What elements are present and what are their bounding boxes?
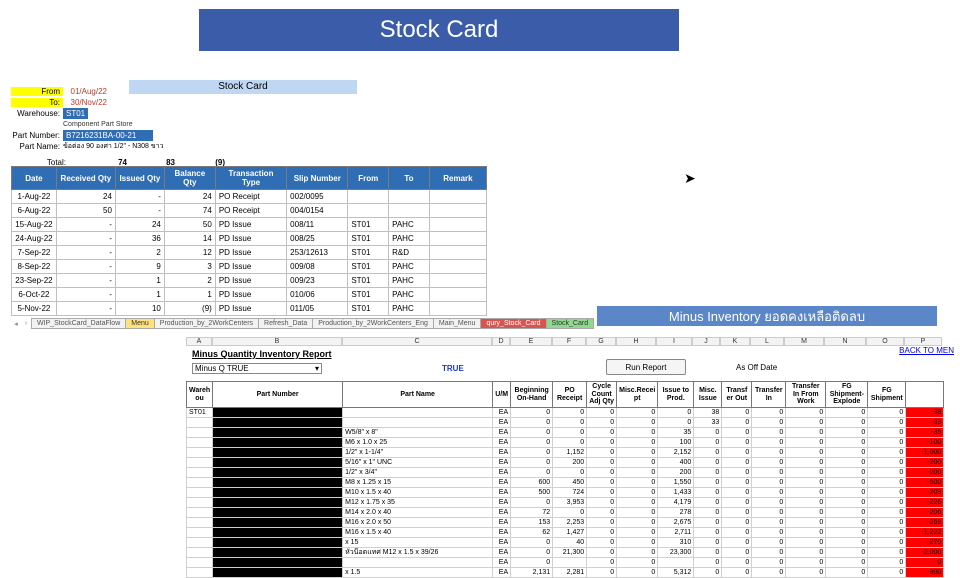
inv-col-1[interactable]: Part Number [213, 382, 343, 408]
inv-col-2[interactable]: Part Name [343, 382, 493, 408]
table-row[interactable]: W5/8" x 8"EA000035000000-35 [187, 428, 944, 438]
cursor-icon: ➤ [684, 170, 696, 187]
inv-col-13[interactable]: FGShipment-Explode [826, 382, 868, 408]
inv-col-14[interactable]: FGShipment [868, 382, 906, 408]
stock-card-table[interactable]: DateReceived QtyIssued QtyBalance QtyTra… [11, 166, 487, 316]
partname-label: Part Name: [11, 142, 63, 151]
table-row[interactable]: M6 x 1.0 x 25EA0000100000000-100 [187, 438, 944, 448]
inv-col-0[interactable]: Warehou [187, 382, 213, 408]
table-row[interactable]: 24-Aug-22-3614PD Issue008/25ST01PAHC [12, 232, 487, 246]
filter-box[interactable]: Minus Q TRUE ▾ [192, 363, 322, 374]
partname-value: ข้อต่อง 90 องศา 1/2" - N308 ขาว [63, 141, 164, 152]
inv-col-11[interactable]: TransferIn [752, 382, 786, 408]
table-row[interactable]: 5/16" x 1" UNCEA020000400000000-200 [187, 458, 944, 468]
back-link[interactable]: BACK TO MEN [899, 346, 954, 355]
tab-nav-prev[interactable]: ‹ [21, 320, 31, 327]
inv-col-7[interactable]: Misc.Receipt [617, 382, 658, 408]
minus-inventory-title: Minus Inventory ยอดคงเหลือติดลบ [597, 306, 937, 326]
warehouse-value[interactable]: ST01 [63, 108, 88, 119]
sheet-tab[interactable]: Menu [125, 318, 155, 329]
table-row[interactable]: 5-Nov-22-10(9)PD Issue011/05ST01PAHC [12, 302, 487, 316]
table-row[interactable]: 6-Oct-22-11PD Issue010/06ST01PAHC [12, 288, 487, 302]
sheet-tab[interactable]: Production_by_2WorkCenters_Eng [312, 318, 434, 329]
page-title: Stock Card [199, 9, 679, 51]
table-row[interactable]: x 15EA04000310000000-270 [187, 538, 944, 548]
sc-col-2[interactable]: Issued Qty [115, 167, 164, 190]
stock-card-params: From 01/Aug/22 To: 30/Nov/22 Warehouse: … [11, 86, 164, 152]
table-row[interactable]: M14 x 2.0 x 40EA72000278000000-206 [187, 508, 944, 518]
part-desc: Component Part Store [63, 121, 133, 128]
table-row[interactable]: 1/2" x 1-1/4"EA01,152002,152000000-1,000 [187, 448, 944, 458]
inv-col-12[interactable]: TransferIn FromWork [786, 382, 826, 408]
to-value[interactable]: 30/Nov/22 [63, 98, 109, 107]
sheet-tab[interactable]: WIP_StockCard_DataFlow [31, 318, 126, 329]
table-row[interactable]: M8 x 1.25 x 15EA600450001,550000000-500 [187, 478, 944, 488]
inv-col-4[interactable]: BeginningOn-Hand [511, 382, 553, 408]
table-row[interactable]: ST01EA000003800000-38 [187, 408, 944, 418]
run-report-button[interactable]: Run Report [606, 359, 686, 375]
sc-col-4[interactable]: Transaction Type [215, 167, 286, 190]
sc-col-3[interactable]: Balance Qty [164, 167, 215, 190]
from-value[interactable]: 01/Aug/22 [63, 87, 109, 96]
sc-col-6[interactable]: From [348, 167, 389, 190]
sheet-tab[interactable]: Stock_Card [546, 318, 595, 329]
sheet-tab[interactable]: Production_by_2WorkCenters [154, 318, 259, 329]
sheet-tab[interactable]: qury_Stock_Card [480, 318, 546, 329]
inv-col-6[interactable]: CycleCountAdj Qty [587, 382, 617, 408]
table-row[interactable]: 6-Aug-2250-74PO Receipt004/0154 [12, 204, 487, 218]
table-row[interactable]: M16 x 1.5 x 40EA621,427002,711000000-1,2… [187, 528, 944, 538]
sheet-tab[interactable]: Main_Menu [433, 318, 482, 329]
sc-col-8[interactable]: Remark [429, 167, 486, 190]
sheet-tab[interactable]: Refresh_Data [258, 318, 313, 329]
table-row[interactable]: 7-Sep-22-212PD Issue253/12613ST01R&D [12, 246, 487, 260]
table-row[interactable]: หัวน๊อตแทศ M12 x 1.5 x 39/26EA021,300002… [187, 548, 944, 558]
table-row[interactable]: 8-Sep-22-93PD Issue009/08ST01PAHC [12, 260, 487, 274]
sc-col-1[interactable]: Received Qty [56, 167, 115, 190]
sc-col-7[interactable]: To [389, 167, 430, 190]
table-row[interactable]: x 1.5EA2,1312,281005,312000000-900 [187, 568, 944, 578]
inv-col-8[interactable]: Issue toProd. [658, 382, 694, 408]
inv-col-5[interactable]: POReceipt [553, 382, 587, 408]
column-letters: ABCDEFGHIJKLMNOP [186, 337, 958, 346]
table-row[interactable]: M16 x 2.0 x 50EA1532,253002,675000000-26… [187, 518, 944, 528]
sc-col-5[interactable]: Slip Number [287, 167, 348, 190]
table-row[interactable]: M12 x 1.75 x 35EA03,953004,179000000-226 [187, 498, 944, 508]
inventory-sheet[interactable]: ABCDEFGHIJKLMNOP Minus Quantity Inventor… [186, 337, 958, 346]
partnumber-value[interactable]: B7216231BA-00-21 [63, 130, 153, 141]
filter-dropdown-icon[interactable]: ▾ [315, 364, 319, 373]
inv-col-10[interactable]: Transfer Out [722, 382, 752, 408]
tab-nav-first[interactable]: ◂ [11, 320, 21, 328]
to-label: To: [11, 98, 63, 107]
from-label: From [11, 87, 63, 96]
inventory-title: Minus Quantity Inventory Report [192, 349, 332, 359]
table-row[interactable]: 23-Sep-22-12PD Issue009/23ST01PAHC [12, 274, 487, 288]
table-row[interactable]: M10 x 1.5 x 40EA500724001,433000000-209 [187, 488, 944, 498]
table-row[interactable]: EA0000000000 [187, 558, 944, 568]
warehouse-label: Warehouse: [11, 109, 63, 118]
table-row[interactable]: 1-Aug-2224-24PO Receipt002/0095 [12, 190, 487, 204]
inventory-table[interactable]: WarehouPart NumberPart NameU/MBeginningO… [186, 381, 944, 578]
table-row[interactable]: 15-Aug-22-2450PD Issue008/11ST01PAHC [12, 218, 487, 232]
table-row[interactable]: EA000003300000-33 [187, 418, 944, 428]
inv-col-9[interactable]: Misc.Issue [694, 382, 722, 408]
sheet-tabs[interactable]: ◂ ‹ WIP_StockCard_DataFlowMenuProduction… [11, 318, 593, 329]
inv-col-15[interactable]: EndOn-Hand [906, 382, 944, 408]
partnumber-label: Part Number: [11, 131, 63, 140]
filter-true: TRUE [442, 364, 464, 373]
table-row[interactable]: 1/2" x 3/4"EA0000200000000-200 [187, 468, 944, 478]
inv-col-3[interactable]: U/M [493, 382, 511, 408]
as-off-date-label: As Off Date [736, 363, 777, 372]
sc-col-0[interactable]: Date [12, 167, 57, 190]
